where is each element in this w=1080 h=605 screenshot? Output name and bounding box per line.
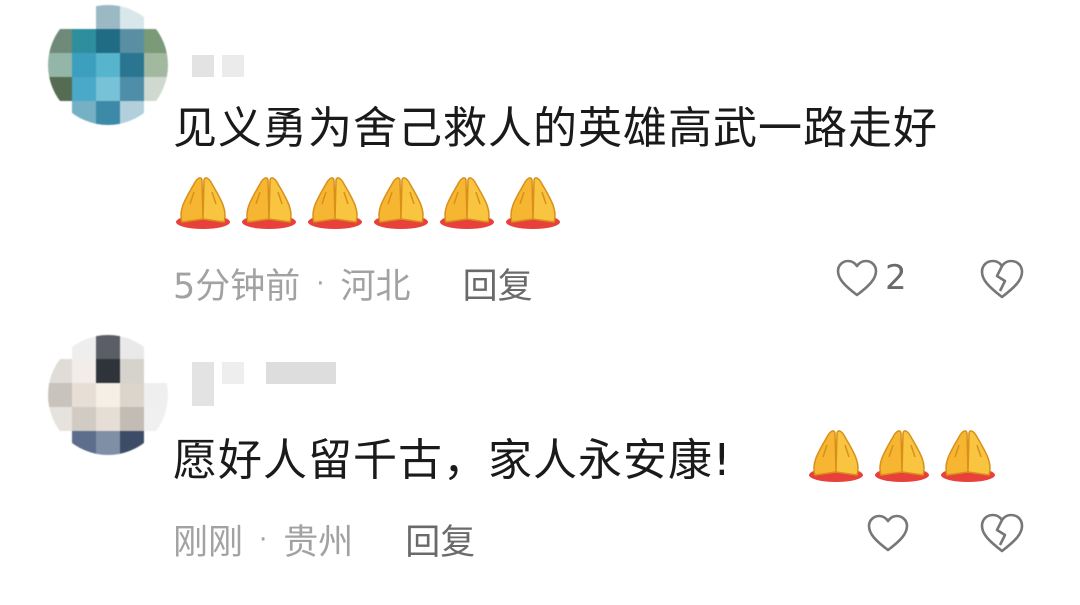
broken-heart-icon bbox=[978, 258, 1026, 300]
pray-hands-icon bbox=[304, 172, 366, 230]
comment-meta: 刚刚 · 贵州 回复 bbox=[173, 514, 475, 565]
pray-hands-icon bbox=[805, 425, 867, 483]
like-count: 2 bbox=[885, 258, 907, 298]
heart-outline-icon bbox=[835, 258, 879, 298]
meta-separator: · bbox=[316, 268, 325, 299]
comment-location: 贵州 bbox=[283, 523, 354, 563]
comment-location: 河北 bbox=[340, 267, 411, 307]
avatar[interactable] bbox=[48, 335, 168, 455]
dislike-button[interactable] bbox=[978, 512, 1026, 554]
pray-hands-icon bbox=[937, 425, 999, 483]
comment-text: 见义勇为舍己救人的英雄高武一路走好 bbox=[173, 103, 938, 154]
username-pixelated[interactable] bbox=[192, 55, 244, 77]
reply-button[interactable]: 回复 bbox=[463, 258, 533, 309]
emoji-row bbox=[172, 172, 564, 230]
pray-hands-icon bbox=[871, 425, 933, 483]
reply-button[interactable]: 回复 bbox=[405, 514, 475, 565]
pray-hands-icon bbox=[238, 172, 300, 230]
pray-hands-icon bbox=[172, 172, 234, 230]
heart-outline-icon bbox=[866, 513, 910, 553]
like-button[interactable] bbox=[866, 513, 910, 553]
broken-heart-icon bbox=[978, 512, 1026, 554]
username-pixelated[interactable] bbox=[192, 362, 336, 406]
pray-hands-icon bbox=[370, 172, 432, 230]
comment-text: 愿好人留千古，家人永安康! bbox=[173, 435, 732, 486]
comment-time: 5分钟前 bbox=[173, 267, 301, 307]
pray-hands-icon bbox=[436, 172, 498, 230]
comment-time: 刚刚 bbox=[173, 523, 244, 563]
like-button[interactable]: 2 bbox=[835, 258, 907, 298]
pray-hands-icon bbox=[502, 172, 564, 230]
comment-meta: 5分钟前 · 河北 回复 bbox=[173, 258, 533, 309]
dislike-button[interactable] bbox=[978, 258, 1026, 300]
meta-separator: · bbox=[259, 524, 268, 555]
emoji-row bbox=[805, 425, 999, 483]
avatar[interactable] bbox=[48, 5, 168, 125]
